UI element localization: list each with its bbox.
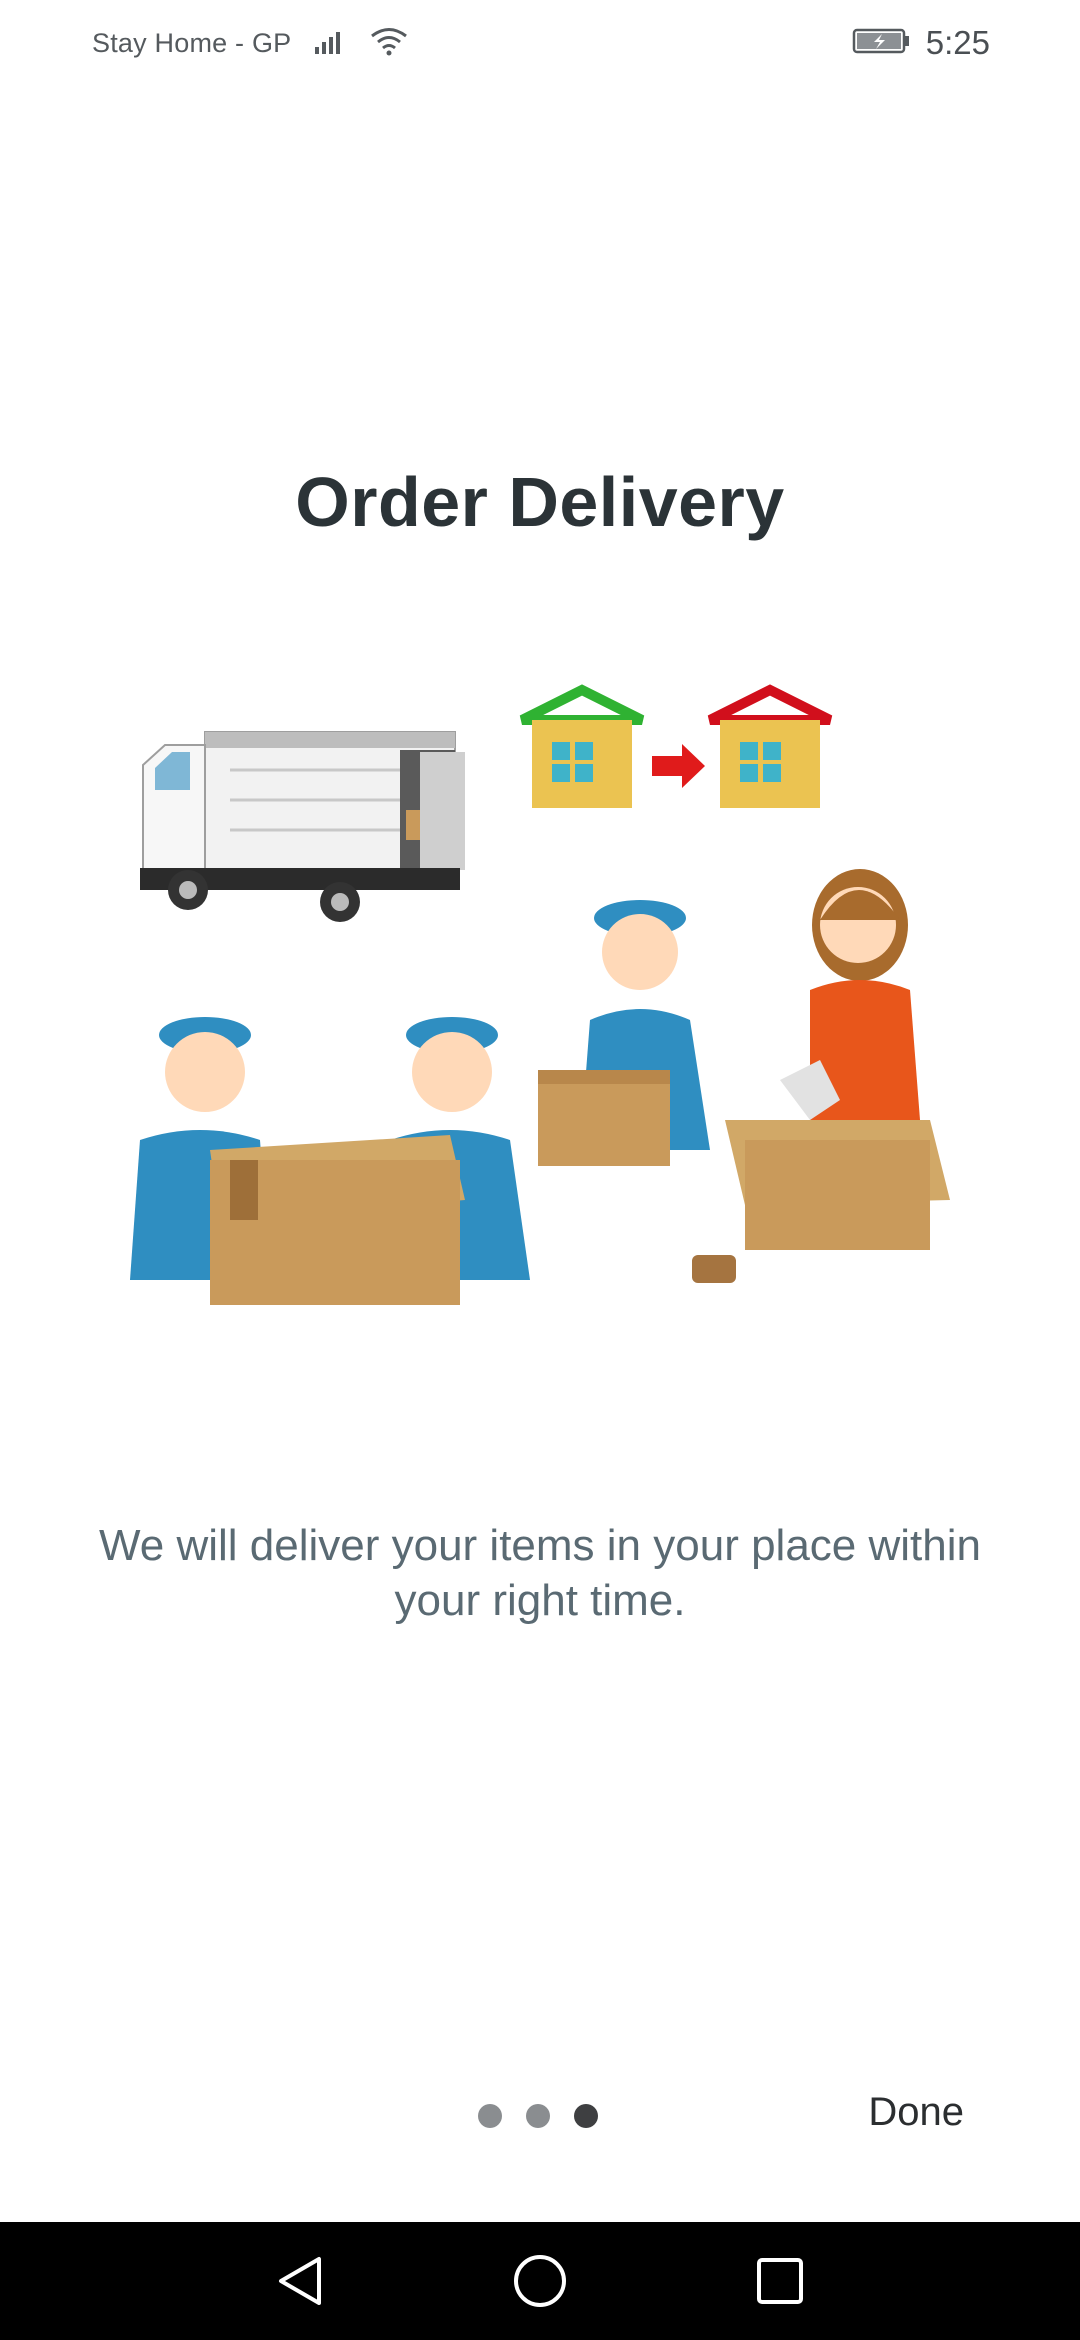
wifi-icon	[369, 26, 409, 61]
status-bar: Stay Home - GP 5:25	[0, 0, 1080, 86]
arrow-right-icon	[652, 744, 705, 788]
page-dot-1[interactable]	[478, 2104, 502, 2128]
recents-icon[interactable]	[750, 2251, 810, 2311]
house-green-icon	[519, 684, 645, 808]
home-icon[interactable]	[510, 2251, 570, 2311]
delivery-truck-icon	[140, 731, 465, 922]
page-title: Order Delivery	[295, 463, 785, 541]
onboarding-screen: Stay Home - GP 5:25 Order Delivery We wi…	[0, 0, 1080, 2340]
signal-icon	[313, 27, 347, 60]
back-icon[interactable]	[270, 2251, 330, 2311]
house-red-icon	[707, 684, 833, 808]
clock: 5:25	[925, 24, 990, 61]
status-left: Stay Home - GP	[92, 26, 409, 61]
page-dot-2[interactable]	[526, 2104, 550, 2128]
battery-charging-icon	[852, 26, 912, 61]
page-indicator	[478, 2104, 598, 2128]
mover-small-box-icon	[538, 900, 710, 1166]
description-text: We will deliver your items in your place…	[99, 1521, 981, 1625]
page-dot-3[interactable]	[574, 2104, 598, 2128]
delivery-movers-illustration	[120, 680, 960, 1320]
movers-big-box-icon	[130, 1017, 530, 1305]
woman-packing-icon	[692, 869, 950, 1283]
done-button[interactable]: Done	[868, 2090, 964, 2135]
status-right: 5:25	[852, 24, 990, 62]
system-navigation-bar	[0, 2222, 1080, 2340]
carrier-label: Stay Home - GP	[92, 27, 292, 58]
